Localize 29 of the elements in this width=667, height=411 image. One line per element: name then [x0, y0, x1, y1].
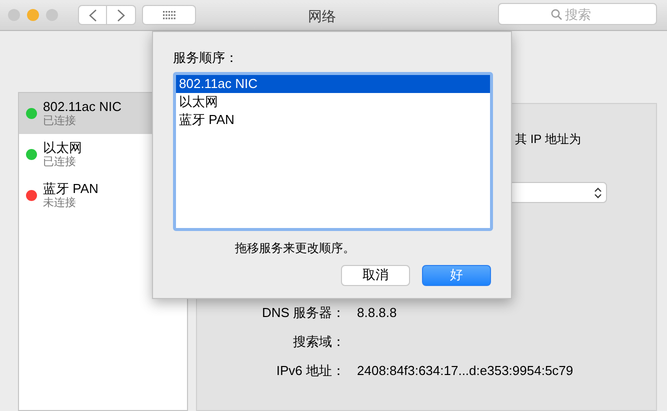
updown-icon	[594, 186, 602, 198]
field-label: IPv6 地址：	[275, 362, 345, 380]
sheet-hint: 拖移服务来更改顺序。	[235, 240, 356, 256]
service-name: 蓝牙 PAN	[43, 180, 98, 196]
forward-button[interactable]	[107, 5, 136, 25]
window-control-icon[interactable]	[46, 9, 58, 21]
window-title: 网络	[308, 7, 336, 26]
search-field[interactable]: 搜索	[498, 3, 657, 25]
window-control-icon[interactable]	[8, 9, 20, 21]
field-label: 搜索域：	[292, 332, 345, 351]
show-all-button[interactable]	[142, 5, 196, 25]
field-value: 2408:84f3:634:17...d:e353:9954:5c79	[357, 362, 574, 380]
back-button[interactable]	[78, 5, 107, 25]
chevron-left-icon	[88, 8, 96, 22]
grid-icon	[162, 10, 176, 20]
service-status: 已连接	[43, 114, 77, 128]
service-name: 以太网	[43, 140, 82, 154]
order-item[interactable]: 802.11ac NIC	[176, 74, 490, 92]
service-name: 802.11ac NIC	[43, 98, 122, 114]
search-icon	[551, 9, 562, 20]
field-value: 8.8.8.8	[357, 304, 397, 322]
sheet-title: 服务顺序：	[173, 49, 239, 67]
ip-note: 其 IP 地址为	[515, 131, 582, 148]
field-label: DNS 服务器：	[260, 304, 345, 322]
chevron-right-icon	[117, 8, 125, 22]
service-status: 未连接	[43, 196, 77, 210]
window-control-icon[interactable]	[27, 9, 39, 21]
service-status: 已连接	[43, 154, 77, 170]
cancel-button[interactable]: 取消	[341, 264, 410, 286]
